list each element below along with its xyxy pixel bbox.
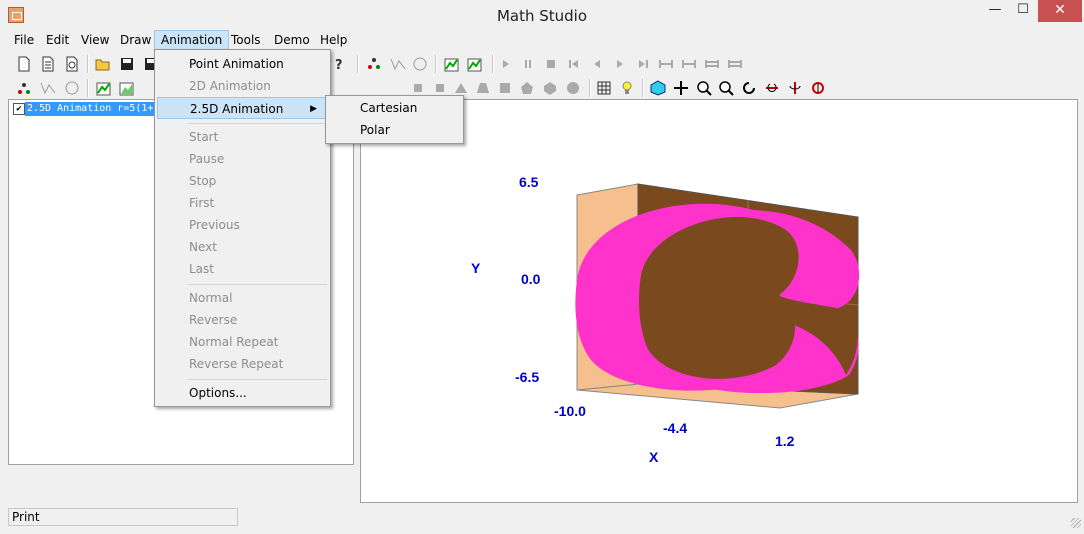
first-icon[interactable] [566, 56, 582, 72]
zoom-in-icon[interactable] [696, 80, 712, 96]
menu-25d-animation[interactable]: 2.5D Animation ▶ [157, 97, 328, 119]
menu-separator [187, 379, 327, 380]
close-button[interactable]: ✕ [1038, 0, 1082, 22]
window-title: Math Studio [496, 7, 588, 25]
x-tick-mid: -4.4 [663, 420, 687, 436]
save-icon[interactable] [119, 56, 135, 72]
menu-separator [187, 123, 327, 124]
curve-icon[interactable] [390, 56, 406, 72]
minimize-button[interactable]: — [982, 0, 1008, 22]
point-draw-icon[interactable] [16, 80, 32, 96]
new-copy-icon[interactable] [64, 56, 80, 72]
menu-point-animation[interactable]: Point Animation [157, 53, 328, 75]
svg-text:?: ? [335, 58, 343, 72]
zoom-out-icon[interactable] [718, 80, 734, 96]
move-icon[interactable] [673, 80, 689, 96]
previous-icon[interactable] [589, 56, 605, 72]
menu-reverse-repeat[interactable]: Reverse Repeat [157, 353, 328, 375]
submenu-polar[interactable]: Polar [328, 119, 461, 141]
shape-4-icon[interactable] [475, 80, 491, 96]
x-axis-label: X [649, 449, 659, 465]
stop-icon[interactable] [543, 56, 559, 72]
maximize-button[interactable]: ☐ [1010, 0, 1036, 22]
plot-svg: 6.5 0.0 -6.5 Y -10.0 -4.4 1.2 X [471, 174, 860, 465]
menu-tools[interactable]: Tools [225, 31, 267, 49]
submenu-cartesian[interactable]: Cartesian [328, 97, 461, 119]
x-tick-right: 1.2 [775, 433, 795, 449]
normal-icon[interactable] [658, 56, 674, 72]
help-icon[interactable]: ? [331, 56, 347, 72]
menu-2d-animation[interactable]: 2D Animation [157, 75, 328, 97]
polar-draw-icon[interactable] [64, 80, 80, 96]
menu-normal[interactable]: Normal [157, 287, 328, 309]
animation-25d-submenu: Cartesian Polar [325, 95, 464, 144]
menu-bar: File Edit View Draw Animation Tools Demo… [0, 30, 1084, 50]
chart-add-icon[interactable] [444, 56, 460, 72]
y-tick-bottom: -6.5 [515, 369, 539, 385]
rotate-z-icon[interactable] [810, 80, 826, 96]
light-bulb-icon[interactable] [619, 80, 635, 96]
resize-grip-icon[interactable] [1071, 518, 1081, 528]
new-icon[interactable] [16, 56, 32, 72]
shape-3-icon[interactable] [453, 80, 469, 96]
menu-options[interactable]: Options... [157, 382, 328, 404]
y-tick-mid: 0.0 [521, 271, 541, 287]
last-icon[interactable] [635, 56, 651, 72]
next-icon[interactable] [612, 56, 628, 72]
menu-pause[interactable]: Pause [157, 148, 328, 170]
reverse-icon[interactable] [681, 56, 697, 72]
menu-start[interactable]: Start [157, 126, 328, 148]
chart-area-icon[interactable] [119, 80, 135, 96]
rotate-y-icon[interactable] [787, 80, 803, 96]
grid-icon[interactable] [596, 80, 612, 96]
y-tick-top: 6.5 [519, 174, 539, 190]
shape-2-icon[interactable] [432, 80, 448, 96]
menu-stop[interactable]: Stop [157, 170, 328, 192]
x-tick-left: -10.0 [554, 403, 586, 419]
chart-edit-icon[interactable] [467, 56, 483, 72]
curve-draw-icon[interactable] [40, 80, 56, 96]
menu-animation[interactable]: Animation [154, 30, 230, 50]
new-doc-icon[interactable] [40, 56, 56, 72]
title-bar: Math Studio — ☐ ✕ [0, 0, 1084, 30]
menu-next[interactable]: Next [157, 236, 328, 258]
cube-icon[interactable] [650, 80, 666, 96]
status-bar: Print [0, 506, 1084, 534]
menu-view[interactable]: View [75, 31, 115, 49]
polar-icon[interactable] [412, 56, 428, 72]
menu-last[interactable]: Last [157, 258, 328, 280]
reverse-repeat-icon[interactable] [727, 56, 743, 72]
shape-8-icon[interactable] [565, 80, 581, 96]
shape-5-icon[interactable] [497, 80, 513, 96]
status-text: Print [8, 508, 238, 526]
chart-line-icon[interactable] [96, 80, 112, 96]
menu-25d-animation-label: 2.5D Animation [190, 102, 284, 116]
shape-7-icon[interactable] [542, 80, 558, 96]
menu-normal-repeat[interactable]: Normal Repeat [157, 331, 328, 353]
pause-icon[interactable] [520, 56, 536, 72]
menu-demo[interactable]: Demo [268, 31, 316, 49]
y-axis-label: Y [471, 260, 481, 276]
submenu-arrow-icon: ▶ [310, 104, 317, 114]
open-folder-icon[interactable] [95, 56, 111, 72]
shape-1-icon[interactable] [410, 80, 426, 96]
rotate-x-icon[interactable] [764, 80, 780, 96]
play-icon[interactable] [498, 56, 514, 72]
menu-first[interactable]: First [157, 192, 328, 214]
tree-item-label[interactable]: 2.5D Animation r=5(1+ [25, 102, 156, 116]
point-icon[interactable] [366, 56, 382, 72]
menu-draw[interactable]: Draw [114, 31, 157, 49]
rotate-icon[interactable] [741, 80, 757, 96]
menu-help[interactable]: Help [314, 31, 353, 49]
menu-reverse[interactable]: Reverse [157, 309, 328, 331]
animation-menu: Point Animation 2D Animation 2.5D Animat… [154, 49, 331, 407]
menu-separator [187, 284, 327, 285]
normal-repeat-icon[interactable] [704, 56, 720, 72]
menu-file[interactable]: File [8, 31, 40, 49]
menu-previous[interactable]: Previous [157, 214, 328, 236]
plot-canvas[interactable]: 6.5 0.0 -6.5 Y -10.0 -4.4 1.2 X [360, 99, 1078, 503]
tree-item-checkbox[interactable]: ✔ [13, 103, 25, 115]
menu-edit[interactable]: Edit [40, 31, 75, 49]
shape-6-icon[interactable] [519, 80, 535, 96]
